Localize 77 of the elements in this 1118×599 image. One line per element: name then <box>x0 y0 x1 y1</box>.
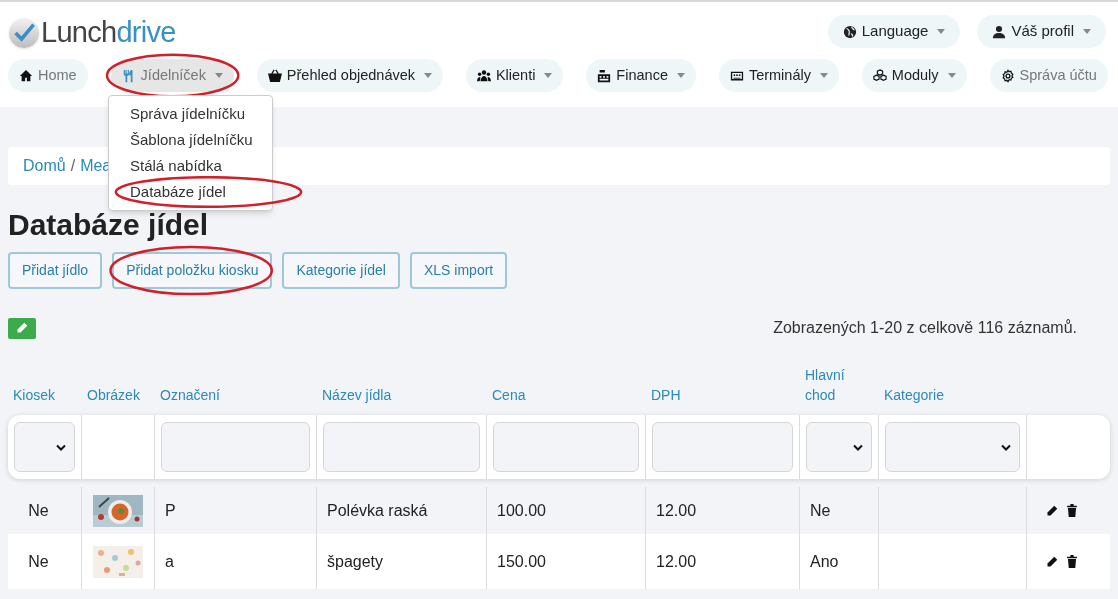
table-cell-text: Ne <box>810 500 831 521</box>
edit-button[interactable] <box>8 317 36 339</box>
table-cell-text: špagety <box>327 551 384 572</box>
filter-field[interactable] <box>161 422 310 472</box>
user-icon <box>992 24 1007 39</box>
home-icon <box>19 68 33 83</box>
delete-icon[interactable] <box>1066 555 1078 568</box>
column-header: Obrázek <box>86 386 141 405</box>
column-header: Označení <box>159 386 221 405</box>
table-cell-text: Ne <box>28 551 49 572</box>
nav-item[interactable]: Finance <box>586 59 696 92</box>
filter-select[interactable] <box>806 422 872 472</box>
records-summary: Zobrazených 1-20 z celkově 116 záznamů. <box>773 318 1077 338</box>
action-button[interactable]: XLS import <box>409 252 508 289</box>
logo-text: Lunchdrive <box>41 18 176 47</box>
delete-icon[interactable] <box>1066 504 1078 517</box>
table-cell-text: 100.00 <box>497 500 546 521</box>
page-title: Databáze jídel <box>8 207 210 243</box>
pencil-icon <box>16 322 28 334</box>
caret-icon <box>937 29 946 34</box>
dropdown-item[interactable]: Šablona jídelníčku <box>109 127 272 153</box>
column-header: Kategorie <box>883 386 945 405</box>
caret-icon <box>544 73 553 78</box>
caret-icon <box>819 73 828 78</box>
filter-select[interactable] <box>14 422 75 472</box>
action-button[interactable]: Kategorie jídel <box>282 252 400 289</box>
nav-item[interactable]: Terminály <box>718 59 839 92</box>
globe-icon <box>842 24 857 39</box>
caret-icon <box>1083 29 1091 34</box>
dropdown-item[interactable]: Stálá nabídka <box>109 153 272 179</box>
caret-icon <box>676 73 685 78</box>
dropdown-item[interactable]: Databáze jídel <box>109 179 272 205</box>
cutlery-icon <box>121 68 136 83</box>
chevron-down-icon <box>1001 443 1011 451</box>
table-cell-text: Ne <box>28 500 49 521</box>
table-cell-text: 12.00 <box>656 551 697 572</box>
column-header: Hlavní chod <box>804 366 846 405</box>
table-cell-text: 150.00 <box>497 551 546 572</box>
action-button[interactable]: Přidat položku kiosku <box>112 252 273 289</box>
edit-icon[interactable] <box>1046 555 1058 568</box>
table-cell-text: Polévka raská <box>327 500 428 521</box>
cubes-icon <box>872 68 887 83</box>
chevron-down-icon <box>56 443 66 451</box>
edit-icon[interactable] <box>1046 504 1058 517</box>
cash-register-icon <box>597 68 612 83</box>
column-header: Kiosek <box>12 386 57 405</box>
dropdown-item[interactable]: Správa jídelníčku <box>109 101 272 127</box>
nav-item[interactable]: Přehled objednávek <box>256 59 443 92</box>
action-button[interactable]: Přidat jídlo <box>8 252 103 289</box>
breadcrumb-separator: / <box>70 156 76 176</box>
table-cell-text: P <box>165 500 176 521</box>
menu-button[interactable]: Váš profil <box>977 15 1106 48</box>
caret-icon <box>947 73 956 78</box>
column-header: Cena <box>491 386 527 405</box>
filter-field[interactable] <box>652 422 793 472</box>
filter-field[interactable] <box>323 422 480 472</box>
settings-icon <box>1000 68 1015 83</box>
filter-select[interactable] <box>885 422 1020 472</box>
filter-field[interactable] <box>493 422 639 472</box>
column-header: DPH <box>650 386 682 405</box>
logo-icon <box>9 17 39 48</box>
nav-item[interactable]: Moduly <box>861 59 967 92</box>
column-header: Název jídla <box>321 386 393 405</box>
chevron-down-icon <box>853 443 863 451</box>
nav-item[interactable]: Jídelníček <box>110 59 234 92</box>
caret-icon <box>214 73 223 78</box>
menu-button[interactable]: Language <box>827 15 961 48</box>
breadcrumb-link[interactable]: Domů <box>23 154 66 178</box>
nav-item[interactable]: Klienti <box>465 59 564 92</box>
nav-item[interactable]: Home <box>8 59 88 92</box>
caret-icon <box>424 73 432 78</box>
users-icon <box>476 68 491 83</box>
table-cell-text: a <box>165 551 174 572</box>
nav-item[interactable]: Správa účtu <box>989 59 1108 92</box>
table-cell-text: 12.00 <box>656 500 697 521</box>
table-cell-text: Ano <box>810 551 839 572</box>
basket-icon <box>267 68 282 83</box>
